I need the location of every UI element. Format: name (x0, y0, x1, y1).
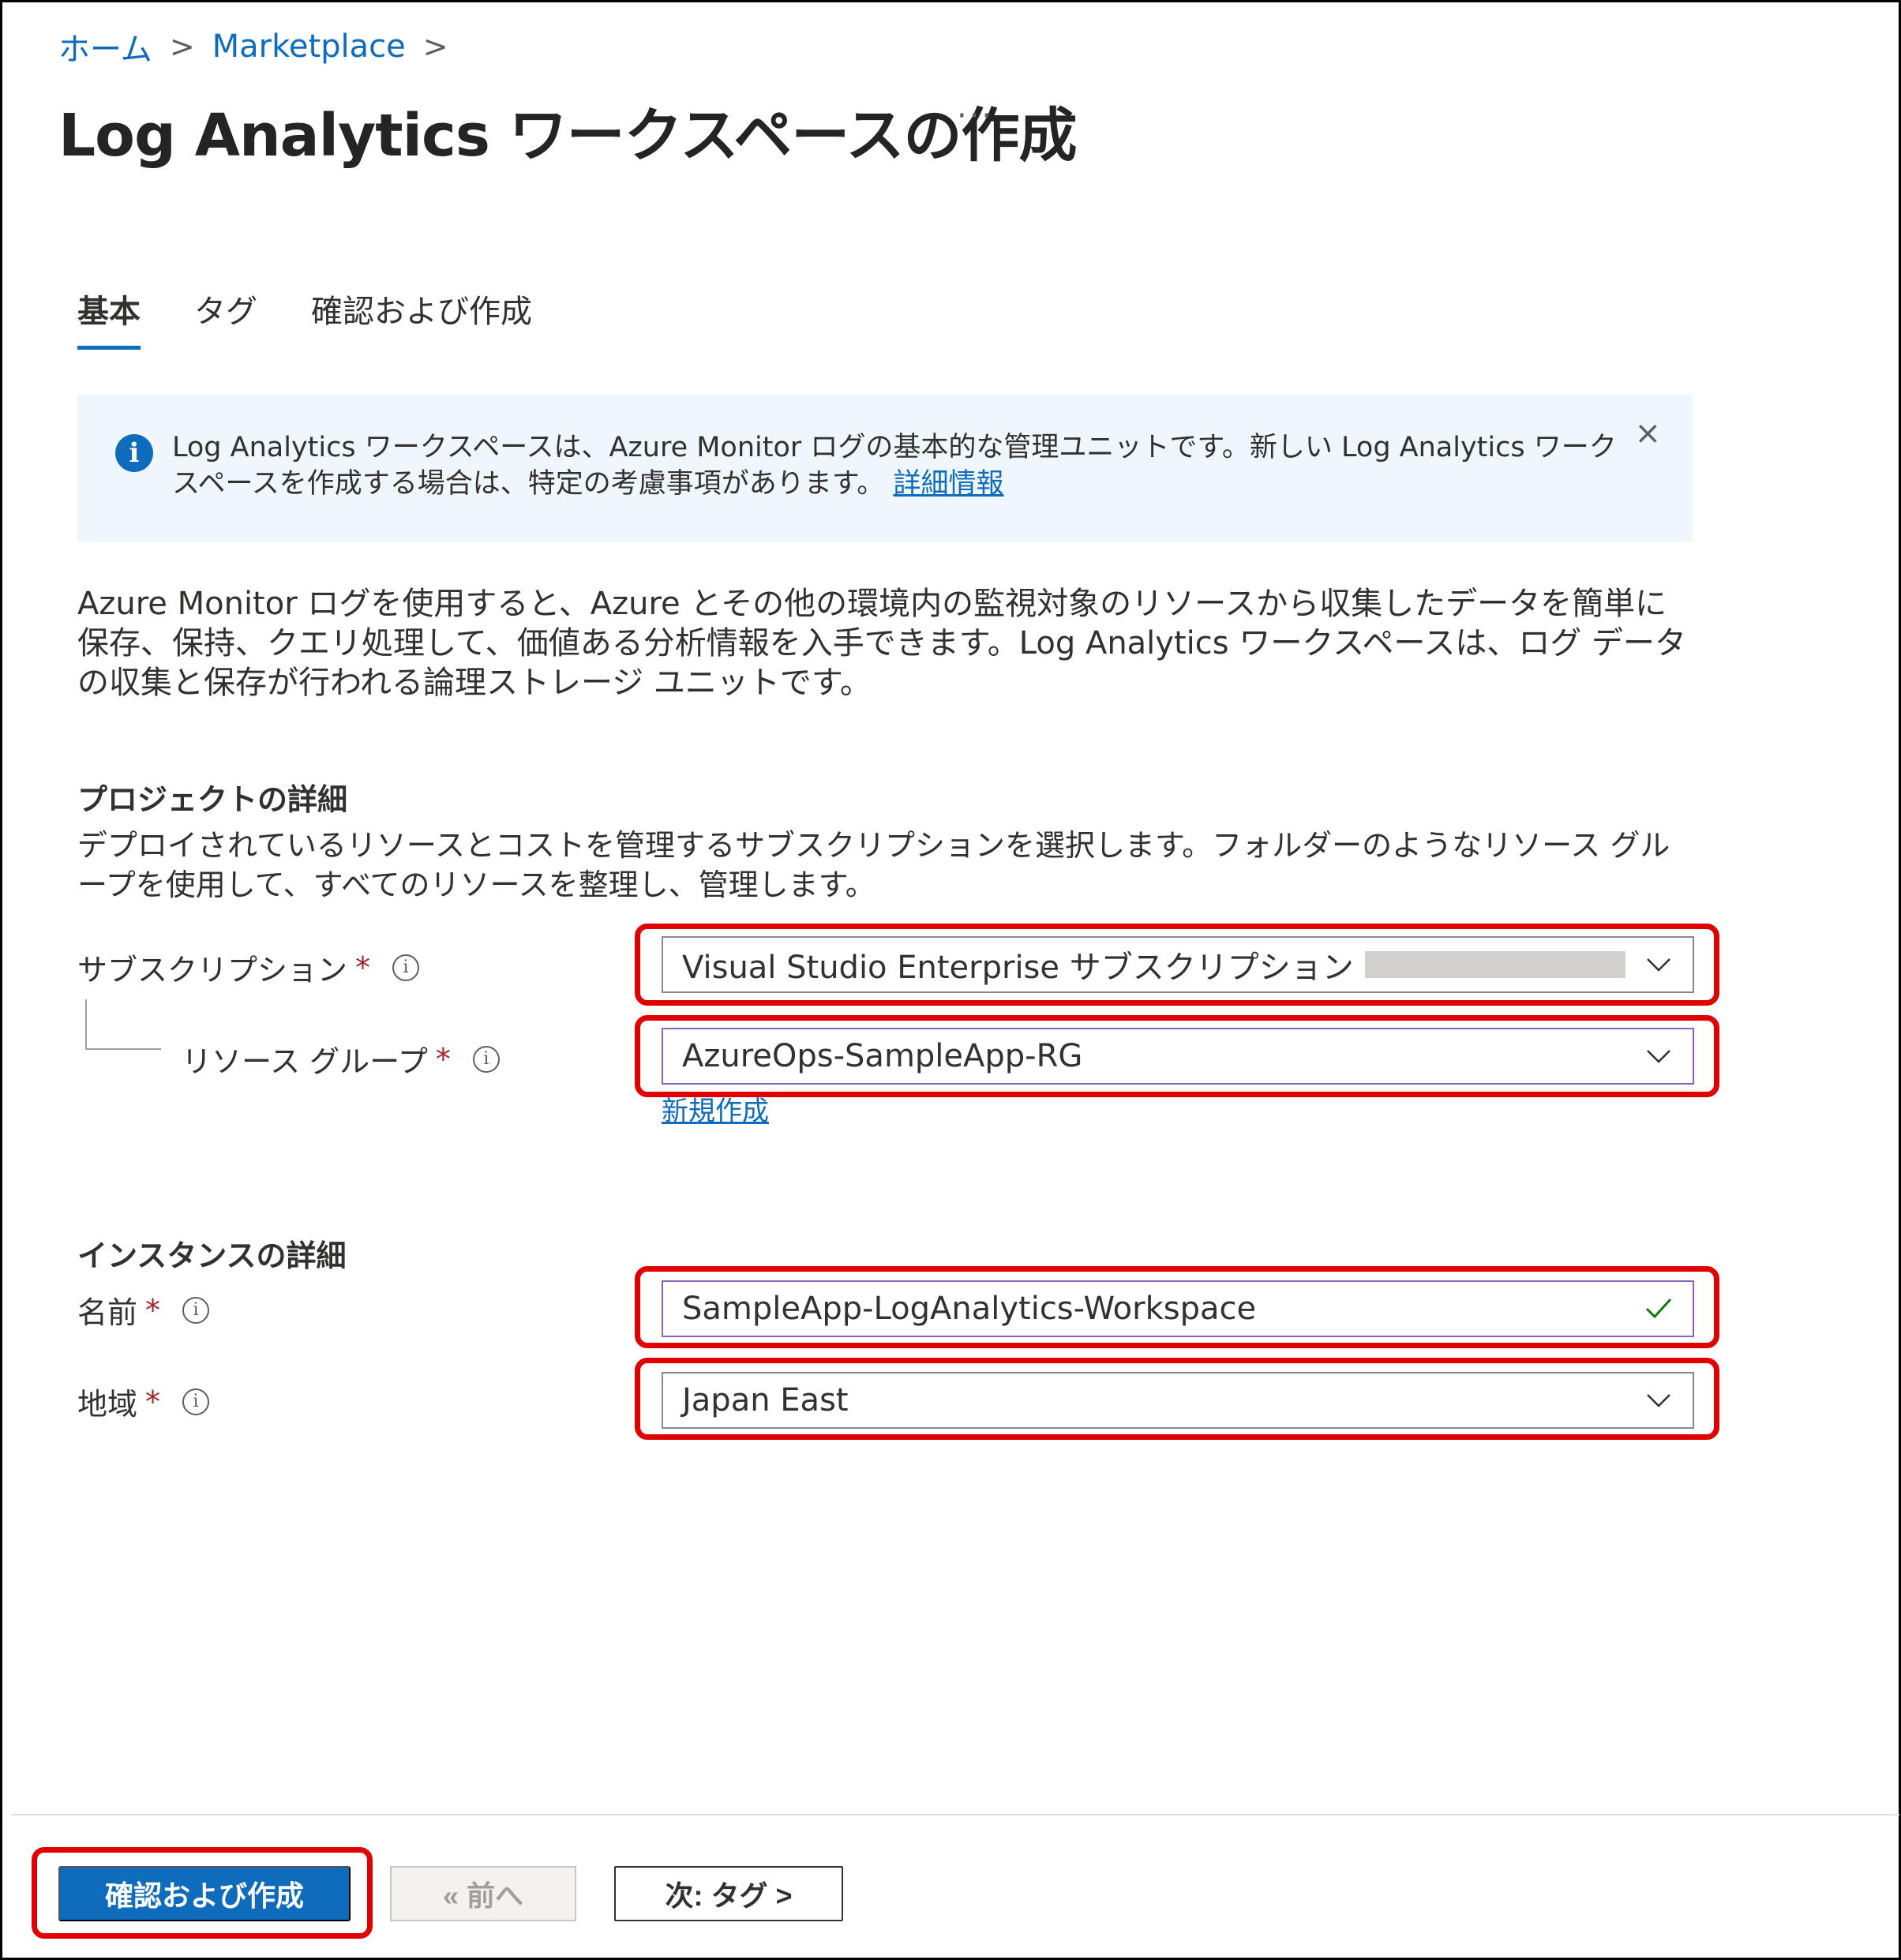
required-mark: * (435, 1041, 451, 1077)
info-tooltip-icon[interactable]: i (182, 1296, 210, 1324)
breadcrumb: ホーム > Marketplace > (58, 24, 466, 69)
breadcrumb-home-link[interactable]: ホーム (58, 24, 152, 69)
previous-button[interactable]: « 前へ (390, 1866, 576, 1921)
subscription-label-text: サブスクリプション (77, 953, 348, 987)
page-title: Log Analytics ワークスペースの作成 (58, 102, 1078, 170)
breadcrumb-separator-icon: > (422, 29, 448, 64)
page-description: Azure Monitor ログを使用すると、Azure とその他の環境内の監視… (77, 586, 1687, 701)
info-banner: i Log Analytics ワークスペースは、Azure Monitor ロ… (77, 395, 1693, 542)
more-options-icon[interactable]: ··· (957, 98, 994, 134)
tree-connector-vertical (85, 999, 87, 1048)
name-label-text: 名前 (77, 1295, 138, 1330)
annotation-highlight (635, 1266, 1719, 1348)
annotation-highlight (635, 1015, 1719, 1097)
required-mark: * (355, 950, 371, 985)
resource-group-label-text: リソース グループ (182, 1044, 428, 1079)
review-create-button[interactable]: 確認および作成 (58, 1866, 351, 1921)
breadcrumb-marketplace-link[interactable]: Marketplace (212, 28, 406, 65)
project-details-heading: プロジェクトの詳細 (77, 782, 348, 817)
region-label: 地域 * i (77, 1380, 210, 1423)
name-label: 名前 * i (77, 1288, 210, 1332)
info-tooltip-icon[interactable]: i (182, 1388, 210, 1415)
tab-review-create[interactable]: 確認および作成 (311, 286, 532, 350)
info-banner-text: Log Analytics ワークスペースは、Azure Monitor ログの… (172, 429, 1640, 502)
subscription-label: サブスクリプション * i (77, 946, 420, 989)
project-details-description: デプロイされているリソースとコストを管理するサブスクリプションを選択します。フォ… (77, 828, 1670, 902)
next-tags-button[interactable]: 次: タグ > (614, 1866, 843, 1921)
info-tooltip-icon[interactable]: i (472, 1045, 500, 1073)
tab-basics[interactable]: 基本 (77, 286, 141, 350)
required-mark: * (145, 1384, 161, 1419)
breadcrumb-separator-icon: > (169, 29, 195, 64)
tab-bar: 基本 タグ 確認および作成 (77, 286, 586, 350)
resource-group-label: リソース グループ * i (182, 1037, 500, 1081)
footer-divider (11, 1814, 1899, 1816)
info-icon: i (115, 434, 153, 472)
close-icon[interactable]: × (1634, 415, 1661, 452)
instance-details-heading: インスタンスの詳細 (77, 1239, 347, 1273)
annotation-highlight (635, 924, 1719, 1006)
learn-more-link[interactable]: 詳細情報 (893, 468, 1003, 500)
info-tooltip-icon[interactable]: i (392, 954, 420, 981)
tab-tags[interactable]: タグ (194, 286, 257, 350)
annotation-highlight (635, 1358, 1719, 1440)
region-label-text: 地域 (77, 1387, 138, 1422)
tree-connector-horizontal (85, 1048, 161, 1050)
required-mark: * (145, 1292, 161, 1328)
